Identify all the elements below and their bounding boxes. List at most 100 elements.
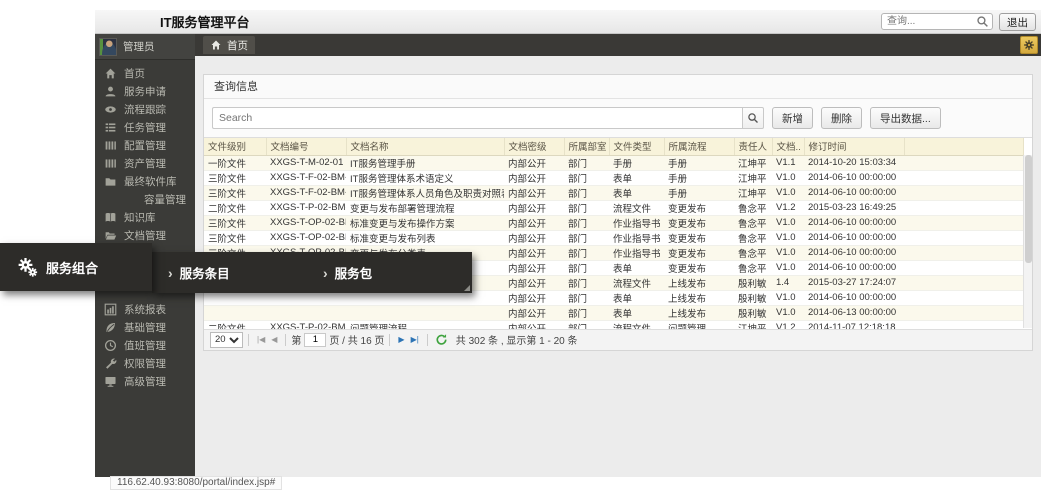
pagination-bar: 20 |◀ ◀ 第 页 / 共 16 页 ▶ ▶| 共 302 条 , 显示第 … bbox=[204, 329, 1032, 350]
table-cell: 内部公开 bbox=[504, 275, 564, 290]
column-header[interactable]: 文件类型 bbox=[609, 138, 664, 155]
sidebar-item-基础管理[interactable]: 基础管理 bbox=[95, 318, 195, 336]
sidebar-item-label: 配置管理 bbox=[124, 138, 166, 153]
next-page-button[interactable]: ▶ bbox=[395, 335, 407, 344]
sidebar-item-权限管理[interactable]: 权限管理 bbox=[95, 354, 195, 372]
table-row[interactable]: 内部公开部门表单上线发布殷利敏V1.02014-06-13 00:00:00 bbox=[204, 305, 1024, 320]
table-cell: 2014-06-10 00:00:00 bbox=[804, 290, 904, 305]
column-header[interactable]: 修订时间 bbox=[804, 138, 904, 155]
export-data-button[interactable]: 导出数据... bbox=[870, 107, 941, 129]
table-cell: 内部公开 bbox=[504, 290, 564, 305]
column-header[interactable]: 文档名称 bbox=[346, 138, 504, 155]
table-cell: 江坤平 bbox=[734, 320, 772, 329]
sidebar-item-首页[interactable]: 首页 bbox=[95, 64, 195, 82]
settings-gear-button[interactable] bbox=[1020, 36, 1038, 54]
scrollbar-thumb[interactable] bbox=[1025, 155, 1032, 263]
chevron-right-icon: › bbox=[323, 265, 328, 281]
table-cell: 部门 bbox=[564, 260, 609, 275]
column-header[interactable]: 文件级别 bbox=[204, 138, 266, 155]
flyout-service-portfolio[interactable]: 服务组合 bbox=[0, 243, 152, 291]
table-cell: 变更发布 bbox=[664, 245, 734, 260]
last-page-button[interactable]: ▶| bbox=[408, 335, 422, 344]
sidebar-item-文档管理[interactable]: 文档管理 bbox=[95, 226, 195, 244]
sidebar-item-任务管理[interactable]: 任务管理 bbox=[95, 118, 195, 136]
folder-icon bbox=[104, 175, 117, 188]
table-row[interactable]: 二阶文件XXGS-T-P-02-BM-01变更与发布部署管理流程内部公开部门流程… bbox=[204, 200, 1024, 215]
sidebar-item-label: 值班管理 bbox=[124, 338, 166, 353]
table-cell: 江坤平 bbox=[734, 156, 772, 171]
wrench-icon bbox=[104, 357, 117, 370]
flyout-submenu: › 服务条目 › 服务包 bbox=[152, 252, 472, 293]
table-row[interactable]: 三阶文件XXGS-T-OP-02-BM-002标准变更与发布列表内部公开部门作业… bbox=[204, 230, 1024, 245]
refresh-icon[interactable] bbox=[435, 333, 448, 346]
user-row[interactable]: 管理员 bbox=[95, 34, 195, 60]
tab-home-label: 首页 bbox=[227, 38, 248, 53]
gears-icon bbox=[18, 257, 38, 277]
table-row[interactable]: 三阶文件XXGS-T-OP-02-BM-001标准变更与发布操作方案内部公开部门… bbox=[204, 215, 1024, 230]
table-cell bbox=[204, 305, 266, 320]
grid-search bbox=[212, 107, 764, 129]
sidebar-item-label: 高级管理 bbox=[124, 374, 166, 389]
grid-search-input[interactable] bbox=[212, 107, 742, 129]
table-cell: 手册 bbox=[664, 170, 734, 185]
submenu-item-label: 服务包 bbox=[335, 263, 373, 282]
sidebar-item-知识库[interactable]: 知识库 bbox=[95, 208, 195, 226]
leaf-icon bbox=[104, 321, 117, 334]
table-cell: 殷利敏 bbox=[734, 290, 772, 305]
table-cell: 部门 bbox=[564, 200, 609, 215]
table-row[interactable]: 三阶文件XXGS-T-F-02-BM-060IT服务管理体系术语定义内部公开部门… bbox=[204, 170, 1024, 185]
table-row[interactable]: 三阶文件XXGS-T-F-02-BM-061IT服务管理体系人员角色及职责对照表… bbox=[204, 185, 1024, 200]
table-cell: 问题管理 bbox=[664, 320, 734, 329]
column-header[interactable]: 文档密级 bbox=[504, 138, 564, 155]
column-header[interactable]: 所属部室 bbox=[564, 138, 609, 155]
prev-page-button[interactable]: ◀ bbox=[268, 335, 280, 344]
search-icon[interactable] bbox=[976, 15, 989, 28]
sidebar-item-label: 最终软件库 bbox=[124, 174, 177, 189]
sidebar-item-流程跟踪[interactable]: 流程跟踪 bbox=[95, 100, 195, 118]
column-header[interactable]: 文档.. bbox=[772, 138, 804, 155]
table-cell: 2015-03-27 17:24:07 bbox=[804, 275, 904, 290]
first-page-button[interactable]: |◀ bbox=[254, 335, 268, 344]
table-cell: XXGS-T-P-02-BM-01 bbox=[266, 200, 346, 215]
sidebar-item-容量管理[interactable]: 容量管理 bbox=[95, 190, 195, 208]
table-cell: 部门 bbox=[564, 230, 609, 245]
sidebar-item-值班管理[interactable]: 值班管理 bbox=[95, 336, 195, 354]
page-size-select[interactable]: 20 bbox=[210, 332, 243, 348]
table-cell: V1.0 bbox=[772, 260, 804, 275]
table-cell: 部门 bbox=[564, 275, 609, 290]
sidebar-item-最终软件库[interactable]: 最终软件库 bbox=[95, 172, 195, 190]
tab-home[interactable]: 首页 bbox=[203, 36, 255, 54]
sidebar-item-高级管理[interactable]: 高级管理 bbox=[95, 372, 195, 390]
panel-title: 查询信息 bbox=[204, 75, 1032, 99]
table-row[interactable]: 二阶文件XXGS-T-P-02-BM-03问题管理流程内部公开部门流程文件问题管… bbox=[204, 320, 1024, 329]
logout-button[interactable]: 退出 bbox=[999, 13, 1036, 31]
table-cell: 鲁念平 bbox=[734, 245, 772, 260]
submenu-item-服务包[interactable]: › 服务包 bbox=[307, 263, 462, 282]
table-cell: 作业指导书 bbox=[609, 215, 664, 230]
submenu-item-服务条目[interactable]: › 服务条目 bbox=[152, 263, 307, 282]
table-cell: 鲁念平 bbox=[734, 260, 772, 275]
table-cell: 变更发布 bbox=[664, 200, 734, 215]
table-cell: 问题管理流程 bbox=[346, 320, 504, 329]
table-cell: 变更发布 bbox=[664, 260, 734, 275]
column-header[interactable]: 文档编号 bbox=[266, 138, 346, 155]
delete-button[interactable]: 删除 bbox=[821, 107, 862, 129]
table-row[interactable]: 一阶文件XXGS-T-M-02-01IT服务管理手册内部公开部门手册手册江坤平V… bbox=[204, 156, 1024, 171]
grid-search-button[interactable] bbox=[742, 107, 764, 129]
list-icon bbox=[104, 139, 117, 152]
table-cell: 变更与发布部署管理流程 bbox=[346, 200, 504, 215]
sidebar-item-系统报表[interactable]: 系统报表 bbox=[95, 300, 195, 318]
table-cell: 变更发布 bbox=[664, 230, 734, 245]
sidebar-item-配置管理[interactable]: 配置管理 bbox=[95, 136, 195, 154]
sidebar-item-资产管理[interactable]: 资产管理 bbox=[95, 154, 195, 172]
add-button[interactable]: 新增 bbox=[772, 107, 813, 129]
table-cell: 变更发布 bbox=[664, 215, 734, 230]
table-cell: 内部公开 bbox=[504, 200, 564, 215]
current-page-input[interactable] bbox=[304, 333, 326, 347]
grid-table: 文件级别文档编号文档名称文档密级所属部室文件类型所属流程责任人文档..修订时间 bbox=[204, 138, 1024, 156]
table-cell: 1.4 bbox=[772, 275, 804, 290]
column-header[interactable]: 责任人 bbox=[734, 138, 772, 155]
sidebar-item-服务申请[interactable]: 服务申请 bbox=[95, 82, 195, 100]
column-header[interactable]: 所属流程 bbox=[664, 138, 734, 155]
table-cell: 内部公开 bbox=[504, 260, 564, 275]
